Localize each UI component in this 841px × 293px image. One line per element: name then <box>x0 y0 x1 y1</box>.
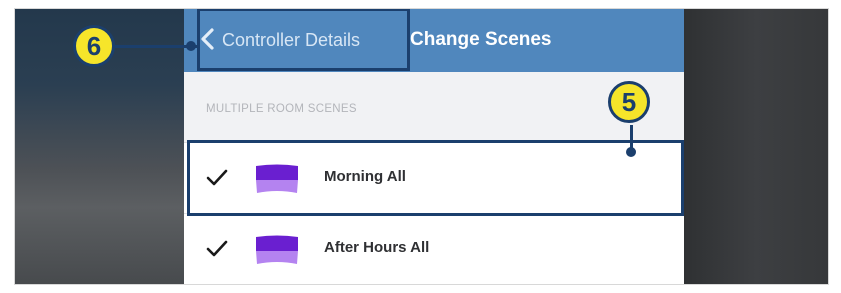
scene-label: After Hours All <box>324 239 430 256</box>
callout-5-badge: 5 <box>608 81 650 123</box>
callout-5-highlight-box <box>187 140 684 216</box>
checkmark-icon <box>206 240 228 257</box>
scene-row-after-hours-all[interactable]: After Hours All <box>184 214 684 285</box>
callout-5-anchor-dot <box>626 147 636 157</box>
page-title: Change Scenes <box>410 29 552 50</box>
callout-6-highlight-box <box>197 8 410 71</box>
callout-6-anchor-dot <box>186 41 196 51</box>
callout-6-leader-line <box>111 45 197 48</box>
background-right <box>684 8 829 285</box>
section-header: MULTIPLE ROOM SCENES <box>206 103 357 115</box>
scene-swatch-icon <box>256 235 298 264</box>
callout-6-badge: 6 <box>73 25 115 67</box>
